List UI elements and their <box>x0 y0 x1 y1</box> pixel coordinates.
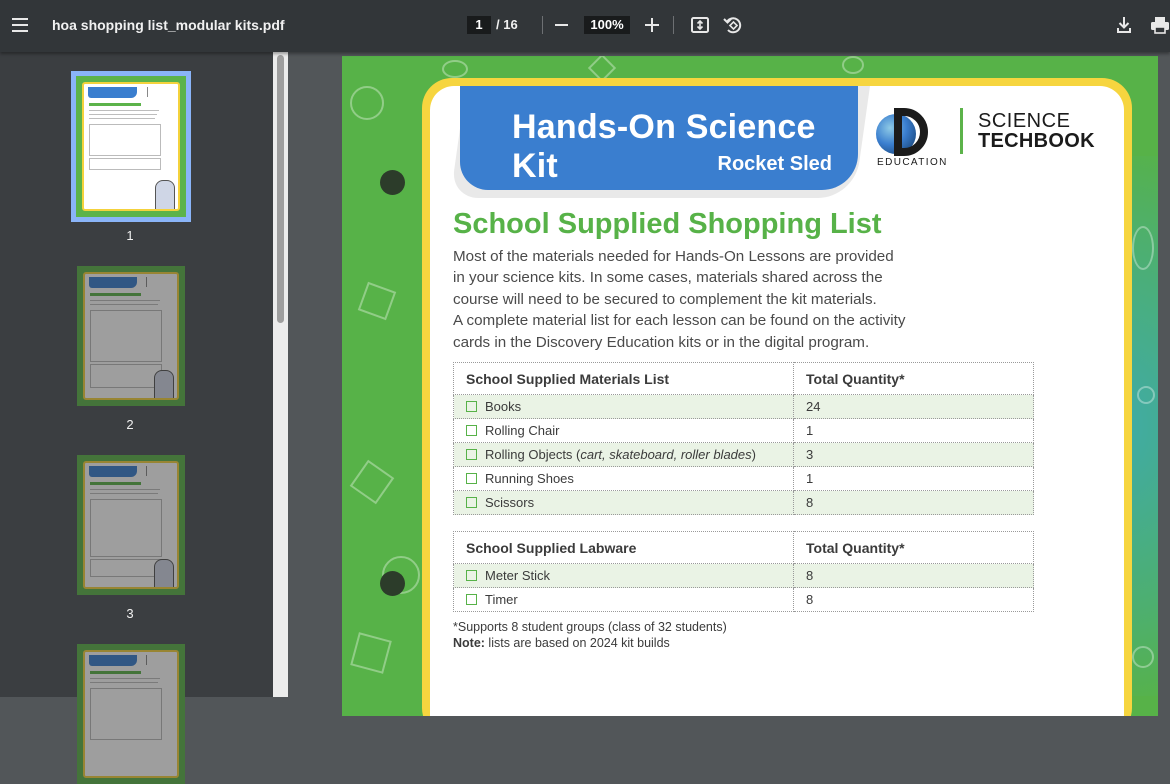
table-row: Books 24 <box>453 394 1034 419</box>
thumbnail-label: 1 <box>126 228 134 243</box>
kit-banner: Hands-On Science Kit Rocket Sled <box>460 86 858 190</box>
sidebar-scrollbar-thumb[interactable] <box>277 55 284 323</box>
checkbox-icon <box>466 449 477 460</box>
item-name: Books <box>485 399 522 414</box>
kit-subtitle: Rocket Sled <box>717 153 832 175</box>
doodle-square <box>350 632 392 674</box>
checkbox-icon <box>466 425 477 436</box>
table-header: School Supplied Materials List <box>453 362 794 395</box>
intro-paragraph: Most of the materials needed for Hands-O… <box>453 246 973 353</box>
table-row: Meter Stick 8 <box>453 563 1034 588</box>
item-quantity: 24 <box>793 394 1034 419</box>
materials-table: School Supplied Materials List Total Qua… <box>453 362 1034 515</box>
item-name: Running Shoes <box>485 471 574 486</box>
table-row: Running Shoes 1 <box>453 466 1034 491</box>
zoom-level-input[interactable]: 100% <box>584 16 630 34</box>
intro-line: cards in the Discovery Education kits or… <box>453 333 870 351</box>
table-header: Total Quantity* <box>793 362 1034 395</box>
doodle-circle <box>350 86 384 120</box>
thumbnail-page-3[interactable] <box>77 455 185 595</box>
thumbnail-page-4[interactable] <box>77 644 185 784</box>
doodle-oval <box>442 60 468 78</box>
item-name-italic: cart, skateboard, roller blades <box>580 447 752 462</box>
thumbnail-label: 2 <box>126 417 134 432</box>
fit-to-page-icon[interactable] <box>690 15 710 35</box>
item-name: Rolling Chair <box>485 423 560 438</box>
intro-line: Most of the materials needed for Hands-O… <box>453 248 894 265</box>
table-header: School Supplied Labware <box>453 531 794 564</box>
item-quantity: 1 <box>793 418 1034 443</box>
item-name: Meter Stick <box>485 568 551 583</box>
binder-hole <box>380 571 405 596</box>
item-name: Scissors <box>485 495 535 510</box>
note: Note: lists are based on 2024 kit builds <box>453 636 670 650</box>
item-name-end: ) <box>751 447 756 462</box>
labware-table: School Supplied Labware Total Quantity* … <box>453 531 1034 612</box>
note-label: Note: <box>453 636 485 650</box>
doodle-oval <box>842 56 864 74</box>
table-row: Rolling Objects (cart, skateboard, rolle… <box>453 442 1034 467</box>
note-text: lists are based on 2024 kit builds <box>484 636 670 650</box>
checkbox-icon <box>466 473 477 484</box>
intro-line: course will need to be secured to comple… <box>453 290 877 308</box>
thumbnail-page-1[interactable] <box>76 76 186 217</box>
rotate-icon[interactable] <box>722 14 744 36</box>
binder-hole <box>380 170 405 195</box>
intro-line: A complete material list for each lesson… <box>453 312 906 330</box>
toolbar-divider <box>673 16 674 34</box>
toolbar-divider <box>542 16 543 34</box>
page-total: / 16 <box>496 17 518 32</box>
logo-techbook-text: TECHBOOK <box>978 130 1095 152</box>
item-quantity: 8 <box>793 587 1034 612</box>
document-title: hoa shopping list_modular kits.pdf <box>52 17 285 33</box>
doodle-square <box>357 281 397 321</box>
page-number-input[interactable]: 1 <box>467 16 491 34</box>
checkbox-icon <box>466 401 477 412</box>
doodle-circle <box>1132 646 1154 668</box>
checkbox-icon <box>466 497 477 508</box>
thumbnail-label: 3 <box>126 606 134 621</box>
thumbnail-page-2[interactable] <box>77 266 185 406</box>
logo-divider <box>960 108 963 154</box>
item-name: Rolling Objects ( <box>485 447 581 462</box>
table-row: Scissors 8 <box>453 490 1034 515</box>
footnote: *Supports 8 student groups (class of 32 … <box>453 620 727 634</box>
discovery-d-logo-icon <box>894 108 928 156</box>
zoom-in-icon[interactable] <box>645 18 659 32</box>
doodle-square <box>349 459 395 505</box>
table-header: Total Quantity* <box>793 531 1034 564</box>
item-quantity: 8 <box>793 490 1034 515</box>
item-quantity: 3 <box>793 442 1034 467</box>
item-quantity: 1 <box>793 466 1034 491</box>
table-row: Timer 8 <box>453 587 1034 612</box>
item-name: Timer <box>485 592 518 607</box>
print-icon[interactable] <box>1150 15 1170 35</box>
checkbox-icon <box>466 570 477 581</box>
viewer-toolbar: hoa shopping list_modular kits.pdf 1 / 1… <box>0 0 1170 52</box>
hamburger-menu-icon[interactable] <box>8 12 34 38</box>
checkbox-icon <box>466 594 477 605</box>
table-row: Rolling Chair 1 <box>453 418 1034 443</box>
doodle-oval <box>1132 226 1154 270</box>
document-card: Hands-On Science Kit Rocket Sled EDUCATI… <box>430 86 1124 716</box>
pdf-page: Hands-On Science Kit Rocket Sled EDUCATI… <box>342 56 1158 716</box>
logo-education-text: EDUCATION <box>877 157 948 168</box>
item-quantity: 8 <box>793 563 1034 588</box>
page-heading: School Supplied Shopping List <box>453 208 882 240</box>
zoom-out-icon[interactable] <box>555 24 568 26</box>
intro-line: in your science kits. In some cases, mat… <box>453 269 883 287</box>
doodle-circle <box>1137 386 1155 404</box>
download-icon[interactable] <box>1115 15 1133 35</box>
